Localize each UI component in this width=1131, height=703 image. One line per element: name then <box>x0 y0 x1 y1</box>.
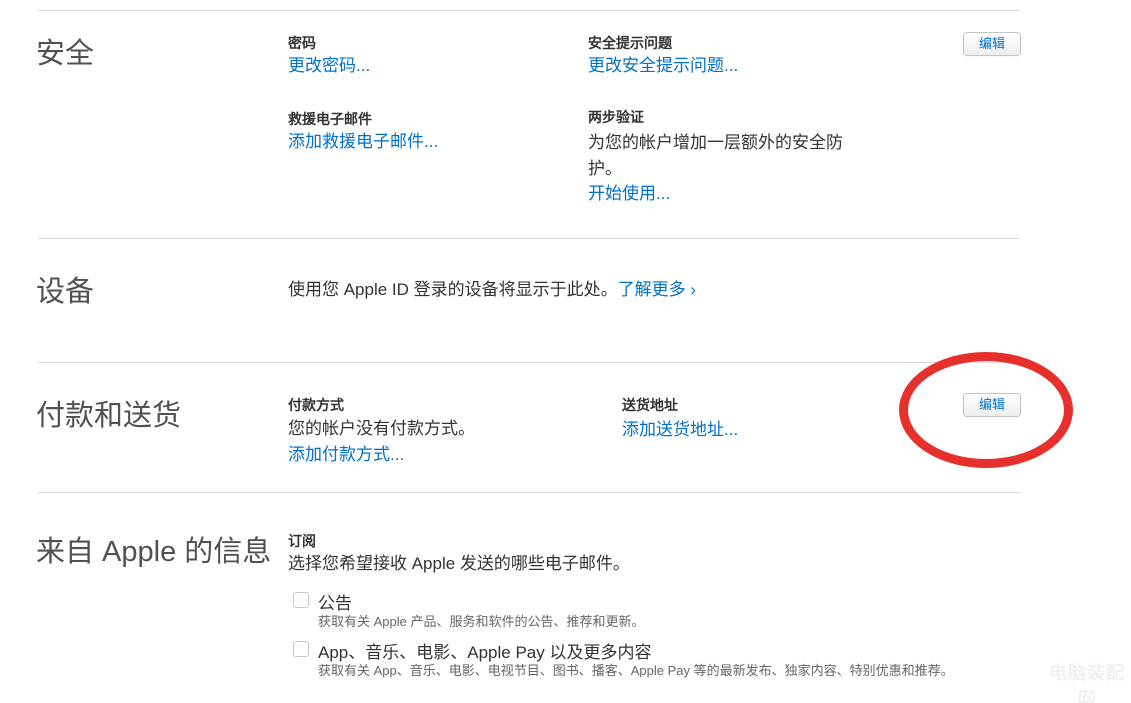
section-divider <box>38 362 1020 363</box>
change-security-questions-link[interactable]: 更改安全提示问题... <box>588 54 738 78</box>
apple-id-settings-page: 安全 密码 更改密码... 安全提示问题 更改安全提示问题... 编辑 救援电子… <box>0 0 1131 703</box>
announcements-checkbox[interactable] <box>293 592 309 608</box>
two-step-verification-description: 为您的帐户增加一层额外的安全防护。 <box>588 130 856 182</box>
section-title-payment-shipping: 付款和送货 <box>36 392 181 434</box>
announcements-checkbox-description: 获取有关 Apple 产品、服务和软件的公告、推荐和更新。 <box>318 611 644 630</box>
subscriptions-description: 选择您希望接收 Apple 发送的哪些电子邮件。 <box>288 551 630 577</box>
devices-learn-more-link[interactable]: 了解更多 › <box>618 280 696 299</box>
shipping-address-label: 送货地址 <box>622 395 678 415</box>
add-payment-method-link[interactable]: 添加付款方式... <box>288 443 404 467</box>
payment-method-description: 您的帐户没有付款方式。 <box>288 416 475 442</box>
section-divider <box>38 492 1020 493</box>
add-shipping-address-link[interactable]: 添加送货地址... <box>622 418 738 442</box>
payment-method-label: 付款方式 <box>288 395 344 415</box>
apps-music-movies-checkbox-description: 获取有关 App、音乐、电影、电视节目、图书、播客、Apple Pay 等的最新… <box>318 660 954 679</box>
section-title-devices: 设备 <box>36 268 94 310</box>
subscriptions-label: 订阅 <box>288 531 316 551</box>
two-step-get-started-link[interactable]: 开始使用... <box>588 182 670 206</box>
site-watermark: 电脑装配网 www.dnzp.com <box>1042 659 1131 703</box>
section-divider <box>38 238 1020 239</box>
password-label: 密码 <box>288 33 316 53</box>
section-title-messages-from-apple: 来自 Apple 的信息 <box>36 528 271 570</box>
security-edit-button[interactable]: 编辑 <box>963 32 1021 56</box>
section-divider <box>38 10 1020 11</box>
change-password-link[interactable]: 更改密码... <box>288 54 370 78</box>
security-questions-label: 安全提示问题 <box>588 33 672 53</box>
devices-description: 使用您 Apple ID 登录的设备将显示于此处。了解更多 › <box>288 277 696 303</box>
watermark-site-name: 电脑装配网 <box>1042 659 1131 703</box>
rescue-email-label: 救援电子邮件 <box>288 109 372 129</box>
two-step-verification-label: 两步验证 <box>588 107 644 127</box>
section-title-security: 安全 <box>36 30 94 72</box>
add-rescue-email-link[interactable]: 添加救援电子邮件... <box>288 130 438 154</box>
payment-edit-button[interactable]: 编辑 <box>963 393 1021 417</box>
devices-description-text: 使用您 Apple ID 登录的设备将显示于此处。 <box>288 280 618 299</box>
apps-music-movies-checkbox[interactable] <box>293 641 309 657</box>
